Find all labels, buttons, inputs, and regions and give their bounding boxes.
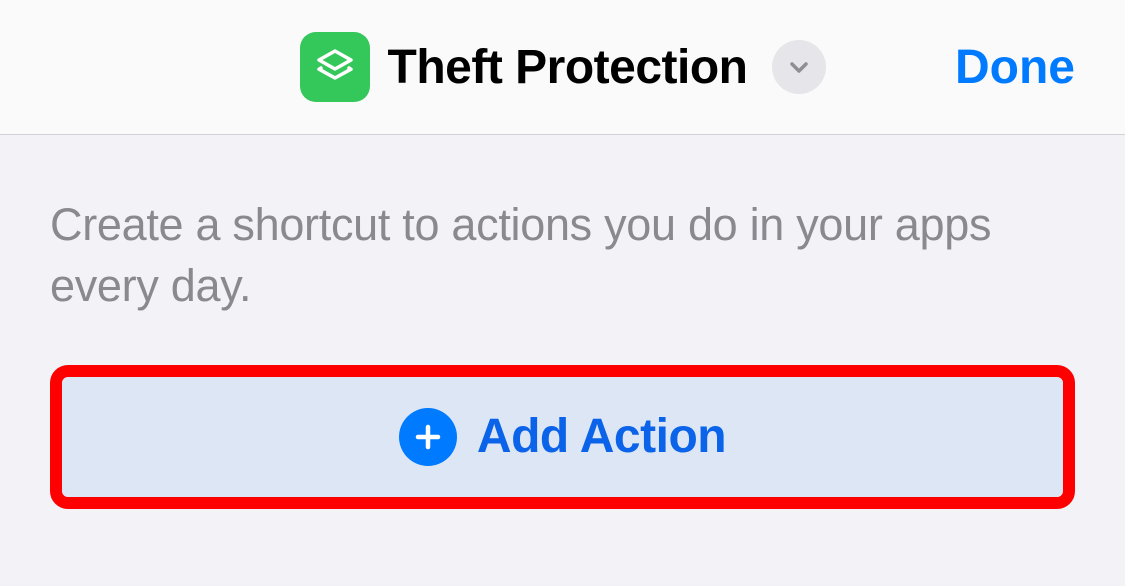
content-area: Create a shortcut to actions you do in y… bbox=[0, 135, 1125, 509]
chevron-down-icon bbox=[787, 55, 811, 79]
shortcuts-app-icon bbox=[300, 32, 370, 102]
title-group[interactable]: Theft Protection bbox=[300, 32, 826, 102]
highlight-frame: Add Action bbox=[50, 365, 1075, 509]
header-bar: Theft Protection Done bbox=[0, 0, 1125, 135]
done-button[interactable]: Done bbox=[955, 40, 1075, 95]
add-action-label: Add Action bbox=[477, 409, 726, 464]
plus-circle-icon bbox=[399, 408, 457, 466]
plus-icon bbox=[412, 421, 444, 453]
description-text: Create a shortcut to actions you do in y… bbox=[50, 195, 1075, 317]
add-action-button[interactable]: Add Action bbox=[62, 377, 1063, 497]
title-dropdown-button[interactable] bbox=[772, 40, 826, 94]
layers-icon bbox=[313, 45, 357, 89]
shortcut-title[interactable]: Theft Protection bbox=[388, 40, 748, 95]
